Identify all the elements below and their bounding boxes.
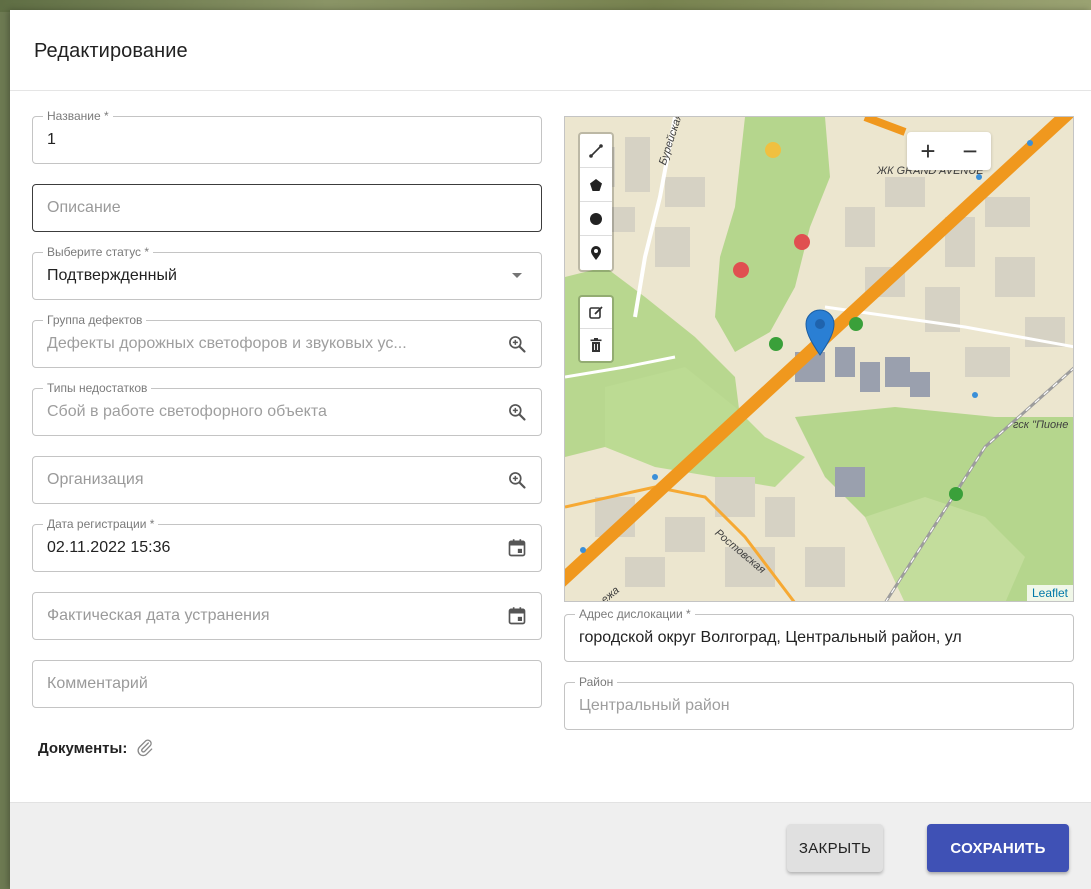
defect-types-label: Типы недостатков — [43, 381, 152, 395]
title-divider — [10, 90, 1091, 91]
status-select[interactable]: Выберите статус * Подтвержденный — [32, 245, 542, 300]
address-label: Адрес дислокации * — [575, 607, 695, 621]
zoom-control: + − — [907, 132, 991, 170]
dropdown-arrow-icon[interactable] — [507, 266, 527, 286]
zoom-in-search-icon[interactable] — [507, 334, 527, 354]
draw-marker-icon[interactable] — [580, 236, 612, 270]
area-label-gsk: гск "Пионе — [1013, 419, 1069, 431]
dialog-title: Редактирование — [34, 40, 188, 62]
actual-fix-date-placeholder: Фактическая дата устранения — [47, 607, 270, 624]
registration-date-label: Дата регистрации * — [43, 517, 159, 531]
name-field[interactable]: Название * 1 — [32, 109, 542, 164]
defect-types-value: Сбой в работе светофорного объекта — [47, 403, 327, 420]
address-value: городской округ Волгоград, Центральный р… — [579, 629, 962, 646]
documents-label: Документы: — [38, 739, 128, 757]
zoom-out-button[interactable]: − — [949, 132, 991, 170]
zoom-in-search-icon[interactable] — [507, 470, 527, 490]
district-value: Центральный район — [579, 697, 730, 714]
leaflet-attribution[interactable]: Leaflet — [1026, 585, 1073, 601]
name-field-value: 1 — [47, 131, 56, 148]
draw-polygon-icon[interactable] — [580, 168, 612, 202]
registration-date-field[interactable]: Дата регистрации * 02.11.2022 15:36 — [32, 517, 542, 572]
defect-types-field[interactable]: Типы недостатков Сбой в работе светофорн… — [32, 381, 542, 436]
zoom-in-button[interactable]: + — [907, 132, 949, 170]
edit-layers-icon[interactable] — [580, 297, 612, 329]
draw-toolbar — [578, 132, 614, 272]
defect-group-label: Группа дефектов — [43, 313, 147, 327]
organization-field[interactable]: Организация — [32, 456, 542, 504]
save-button[interactable]: СОХРАНИТЬ — [927, 824, 1069, 872]
name-field-label: Название * — [43, 109, 113, 123]
description-field[interactable]: Описание — [32, 184, 542, 232]
comment-field[interactable]: Комментарий — [32, 660, 542, 708]
defect-group-field[interactable]: Группа дефектов Дефекты дорожных светофо… — [32, 313, 542, 368]
draw-circle-icon[interactable] — [580, 202, 612, 236]
delete-layers-icon[interactable] — [580, 329, 612, 361]
zoom-in-search-icon[interactable] — [507, 402, 527, 422]
close-button[interactable]: ЗАКРЫТЬ — [787, 824, 883, 872]
description-placeholder: Описание — [47, 199, 121, 216]
calendar-icon[interactable] — [507, 538, 527, 558]
organization-placeholder: Организация — [47, 471, 144, 488]
dialog-actions: ЗАКРЫТЬ СОХРАНИТЬ — [10, 802, 1091, 889]
address-field[interactable]: Адрес дислокации * городской округ Волго… — [564, 607, 1074, 662]
district-label: Район — [575, 675, 618, 689]
actual-fix-date-field[interactable]: Фактическая дата устранения — [32, 592, 542, 640]
status-select-value: Подтвержденный — [47, 267, 177, 284]
paperclip-icon[interactable] — [135, 737, 155, 759]
documents-row: Документы: — [38, 737, 155, 759]
location-map[interactable]: Бурейская ЖК GRAND AVENUE Ростовская гск… — [564, 116, 1074, 602]
registration-date-value: 02.11.2022 15:36 — [47, 539, 171, 556]
edit-toolbar — [578, 295, 614, 363]
district-field[interactable]: Район Центральный район — [564, 675, 1074, 730]
draw-polyline-icon[interactable] — [580, 134, 612, 168]
edit-dialog: Редактирование Название * 1 Описание Выб… — [10, 10, 1091, 889]
map-tiles — [565, 117, 1073, 601]
defect-group-value: Дефекты дорожных светофоров и звуковых у… — [47, 335, 407, 352]
status-select-label: Выберите статус * — [43, 245, 154, 259]
calendar-icon[interactable] — [507, 606, 527, 626]
comment-placeholder: Комментарий — [47, 675, 148, 692]
